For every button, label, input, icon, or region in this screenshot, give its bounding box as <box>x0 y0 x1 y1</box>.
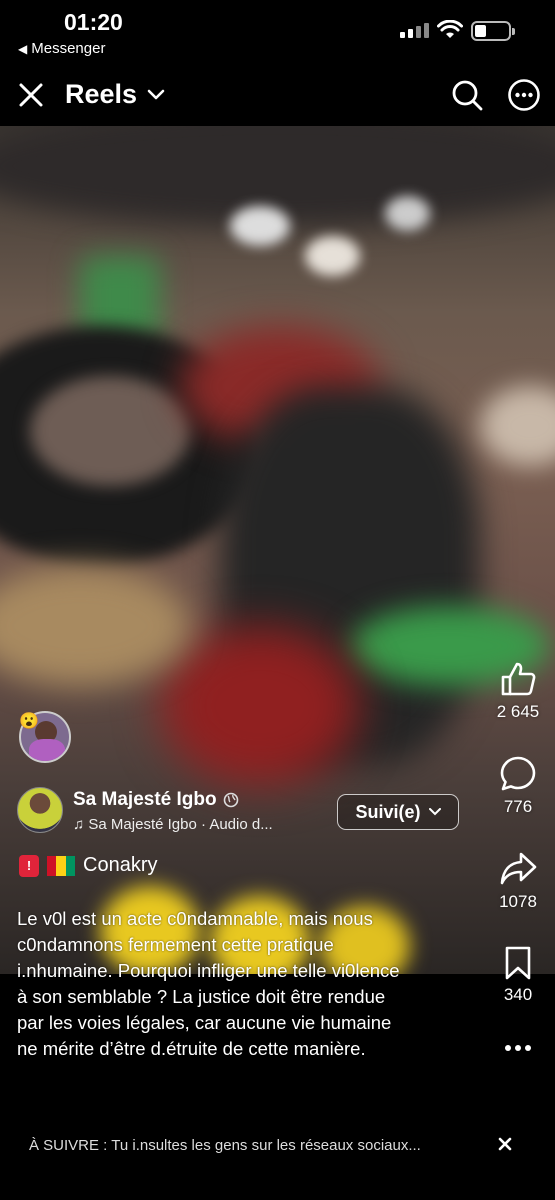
reel-caption[interactable]: Le v0l est un acte c0ndamnable, mais nou… <box>17 906 481 1062</box>
comment-button[interactable]: 776 <box>486 755 550 817</box>
avatar[interactable] <box>17 787 63 833</box>
location-label: Conakry <box>83 854 158 876</box>
wifi-icon <box>437 20 463 38</box>
status-time: 01:20 <box>64 9 123 35</box>
like-button[interactable]: 2 645 <box>486 660 550 722</box>
caption-line: Le v0l est un acte c0ndamnable, mais nou… <box>17 908 373 929</box>
close-icon[interactable] <box>493 1132 517 1156</box>
siren-icon: ! <box>19 854 39 877</box>
status-bar: 01:20 ◀ Messenger <box>0 0 555 62</box>
follow-label: Suivi(e) <box>355 801 421 822</box>
more-dots-icon[interactable] <box>500 1036 536 1060</box>
like-count: 2 645 <box>496 702 540 721</box>
audio-label: Sa Majesté Igbo · Audio d... <box>88 816 273 833</box>
save-count: 340 <box>503 985 533 1004</box>
author-row: Sa Majesté Igbo ♫ Sa Majesté Igbo · Audi… <box>17 787 477 837</box>
search-icon[interactable] <box>450 78 484 112</box>
music-note-icon: ♫ <box>73 816 85 833</box>
cellular-signal-icon <box>400 22 429 38</box>
comment-bubble-icon <box>500 756 536 791</box>
more-options-icon[interactable] <box>507 78 541 112</box>
guinea-flag-icon <box>47 855 75 876</box>
back-arrow-icon: ◀ <box>18 41 28 56</box>
chevron-down-icon <box>428 808 441 816</box>
caption-line: par les voies légales, car aucune vie hu… <box>17 1012 392 1033</box>
close-icon[interactable] <box>16 80 46 110</box>
thumbs-up-icon <box>501 662 536 696</box>
author-name-label: Sa Majesté Igbo <box>73 789 217 810</box>
caption-line: à son semblable ? La justice doit être r… <box>17 986 386 1007</box>
author-name[interactable]: Sa Majesté Igbo <box>73 789 239 811</box>
chevron-down-icon <box>147 89 165 99</box>
caption-line: i.nhumaine. Pourquoi infliger une telle … <box>17 960 400 981</box>
audio-link[interactable]: ♫ Sa Majesté Igbo · Audio d... <box>73 816 273 833</box>
next-up-label: À SUIVRE : Tu i.nsultes les gens sur les… <box>29 1137 421 1154</box>
comment-count: 776 <box>503 797 533 816</box>
page-title-label: Reels <box>65 79 138 109</box>
share-button[interactable]: 1078 <box>486 850 550 912</box>
share-count: 1078 <box>499 892 537 911</box>
reaction-emoji: 😮 <box>19 713 39 730</box>
globe-icon <box>223 792 238 808</box>
bookmark-icon <box>505 946 531 980</box>
location-tag[interactable]: ! Conakry <box>19 854 157 877</box>
back-app-label: Messenger <box>31 40 106 57</box>
caption-line: ne mérite d’être d.étruite de cette mani… <box>17 1038 366 1059</box>
battery-icon <box>471 21 515 41</box>
next-up-bar[interactable]: À SUIVRE : Tu i.nsultes les gens sur les… <box>0 1128 555 1164</box>
reels-header: Reels <box>0 62 555 126</box>
page-title[interactable]: Reels <box>65 79 165 110</box>
reel-video[interactable] <box>0 126 555 974</box>
save-button[interactable]: 340 <box>486 945 550 1005</box>
follow-button[interactable]: Suivi(e) <box>337 794 459 830</box>
caption-line: c0ndamnons fermement cette pratique <box>17 934 334 955</box>
back-to-app-link[interactable]: ◀ Messenger <box>18 40 105 57</box>
share-arrow-icon <box>500 852 537 885</box>
